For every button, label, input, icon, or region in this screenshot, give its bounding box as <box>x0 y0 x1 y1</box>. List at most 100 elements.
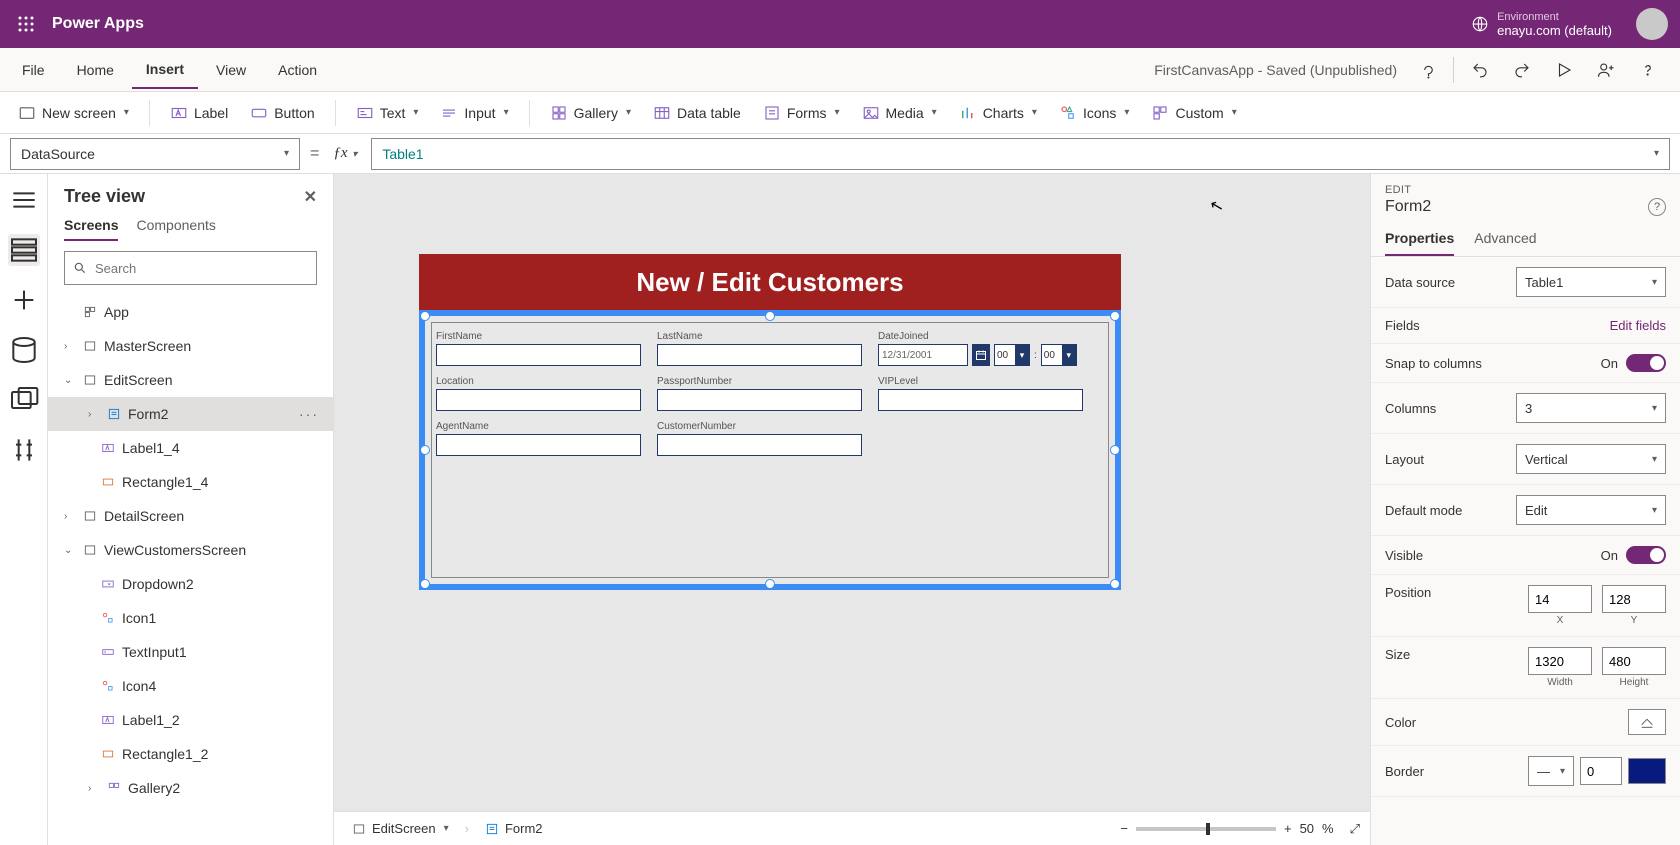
prop-position-label: Position <box>1385 585 1431 600</box>
field-label: CustomerNumber <box>657 421 862 432</box>
prop-size-width[interactable] <box>1528 647 1592 675</box>
tree-node-app[interactable]: App <box>48 295 333 329</box>
field-agent[interactable] <box>436 434 641 456</box>
tree-node-detailscreen[interactable]: ›DetailScreen <box>48 499 333 533</box>
prop-size-height[interactable] <box>1602 647 1666 675</box>
tree-node-viewcustomersscreen[interactable]: ⌄ViewCustomersScreen <box>48 533 333 567</box>
menu-view[interactable]: View <box>202 52 260 88</box>
breadcrumb-form2[interactable]: Form2 <box>477 819 551 838</box>
ribbon-custom[interactable]: Custom▾ <box>1143 98 1244 128</box>
rail-tree-view-icon[interactable] <box>8 234 40 266</box>
ribbon-gallery[interactable]: Gallery▾ <box>542 98 639 128</box>
field-custnum[interactable] <box>657 434 862 456</box>
tree-node-icon4[interactable]: Icon4 <box>48 669 333 703</box>
prop-tab-properties[interactable]: Properties <box>1385 230 1454 256</box>
breadcrumb-screen[interactable]: EditScreen▾ <box>344 819 457 838</box>
props-help-icon[interactable]: ? <box>1648 198 1666 216</box>
design-canvas[interactable]: New / Edit Customers FirstName LastName … <box>334 174 1370 845</box>
app-checker-icon[interactable] <box>1411 54 1443 86</box>
share-icon[interactable] <box>1590 54 1622 86</box>
prop-position-x[interactable] <box>1528 585 1592 613</box>
zoom-out-icon[interactable]: − <box>1120 821 1128 836</box>
tree-node-dropdown2[interactable]: Dropdown2 <box>48 567 333 601</box>
ribbon-media[interactable]: Media▾ <box>854 98 945 128</box>
prop-color-picker[interactable] <box>1628 709 1666 735</box>
rail-add-icon[interactable] <box>8 284 40 316</box>
prop-border-style[interactable]: —▾ <box>1528 756 1574 786</box>
tree-node-more-icon[interactable]: ··· <box>299 406 319 422</box>
tree-search[interactable] <box>64 251 317 285</box>
fx-label[interactable]: ƒx ▾ <box>329 145 361 162</box>
ribbon-icons[interactable]: Icons▾ <box>1051 98 1138 128</box>
play-icon[interactable] <box>1548 54 1580 86</box>
field-label: FirstName <box>436 331 641 342</box>
minute-dropdown[interactable]: 00▾ <box>1041 344 1077 366</box>
help-icon[interactable] <box>1632 54 1664 86</box>
tree-node-editscreen[interactable]: ⌄EditScreen <box>48 363 333 397</box>
tree-node-form2[interactable]: ›Form2··· <box>48 397 333 431</box>
prop-visible-toggle[interactable] <box>1626 546 1666 564</box>
rail-data-icon[interactable] <box>8 334 40 366</box>
prop-columns-dropdown[interactable]: 3▾ <box>1516 393 1666 423</box>
undo-icon[interactable] <box>1464 54 1496 86</box>
ribbon-button[interactable]: Button <box>242 98 322 128</box>
tree-search-input[interactable] <box>95 261 308 276</box>
prop-defaultmode-dropdown[interactable]: Edit▾ <box>1516 495 1666 525</box>
fit-screen-icon[interactable]: ⤢ <box>1350 821 1360 837</box>
prop-border-width[interactable] <box>1580 757 1622 785</box>
calendar-icon[interactable] <box>972 344 990 366</box>
ribbon-forms[interactable]: Forms▾ <box>755 98 848 128</box>
redo-icon[interactable] <box>1506 54 1538 86</box>
prop-border-color[interactable] <box>1628 758 1666 784</box>
prop-y-sublabel: Y <box>1602 615 1666 626</box>
form2-selection[interactable]: FirstName LastName DateJoined 00▾ : 00▾ <box>419 310 1121 590</box>
tree-node-icon1[interactable]: Icon1 <box>48 601 333 635</box>
app-topbar: Power Apps Environment enayu.com (defaul… <box>0 0 1680 48</box>
tree-close-icon[interactable]: ✕ <box>304 187 317 207</box>
zoom-in-icon[interactable]: + <box>1284 821 1292 836</box>
field-location[interactable] <box>436 389 641 411</box>
menu-home[interactable]: Home <box>63 52 128 88</box>
tree-node-label1-2[interactable]: Label1_2 <box>48 703 333 737</box>
environment-picker[interactable]: Environment enayu.com (default) <box>1471 11 1612 38</box>
ribbon-new-screen[interactable]: New screen▾ <box>10 98 137 128</box>
field-datejoined[interactable] <box>878 344 968 366</box>
ribbon-input[interactable]: Input▾ <box>432 98 516 128</box>
field-passport[interactable] <box>657 389 862 411</box>
tree-node-label1-4[interactable]: Label1_4 <box>48 431 333 465</box>
field-lastname[interactable] <box>657 344 862 366</box>
prop-tab-advanced[interactable]: Advanced <box>1474 230 1536 256</box>
field-label: AgentName <box>436 421 641 432</box>
tree-node-rectangle1-2[interactable]: Rectangle1_2 <box>48 737 333 771</box>
ribbon-charts[interactable]: Charts▾ <box>951 98 1045 128</box>
app-title: Power Apps <box>52 15 144 33</box>
tree-tab-components[interactable]: Components <box>136 217 215 241</box>
field-firstname[interactable] <box>436 344 641 366</box>
field-vip[interactable] <box>878 389 1083 411</box>
prop-layout-dropdown[interactable]: Vertical▾ <box>1516 444 1666 474</box>
property-dropdown[interactable]: DataSource▾ <box>10 138 300 170</box>
prop-edit-fields-link[interactable]: Edit fields <box>1610 318 1666 333</box>
prop-position-y[interactable] <box>1602 585 1666 613</box>
tree-node-rectangle1-4[interactable]: Rectangle1_4 <box>48 465 333 499</box>
zoom-slider[interactable] <box>1136 827 1276 831</box>
prop-datasource-dropdown[interactable]: Table1▾ <box>1516 267 1666 297</box>
waffle-icon[interactable] <box>12 10 40 38</box>
rail-hamburger-icon[interactable] <box>8 184 40 216</box>
tree-tab-screens[interactable]: Screens <box>64 217 118 241</box>
ribbon-data-table[interactable]: Data table <box>645 98 749 128</box>
ribbon-label[interactable]: Label <box>162 98 236 128</box>
menu-insert[interactable]: Insert <box>132 51 198 89</box>
menu-file[interactable]: File <box>8 52 59 88</box>
user-avatar[interactable] <box>1636 8 1668 40</box>
tree-node-gallery2[interactable]: ›Gallery2 <box>48 771 333 805</box>
tree-node-masterscreen[interactable]: ›MasterScreen <box>48 329 333 363</box>
menu-action[interactable]: Action <box>264 52 331 88</box>
prop-snap-toggle[interactable] <box>1626 354 1666 372</box>
hour-dropdown[interactable]: 00▾ <box>994 344 1030 366</box>
tree-node-textinput1[interactable]: TextInput1 <box>48 635 333 669</box>
ribbon-text[interactable]: Text▾ <box>348 98 427 128</box>
rail-media-icon[interactable] <box>8 384 40 416</box>
rail-tools-icon[interactable] <box>8 434 40 466</box>
formula-input[interactable]: Table1▾ <box>371 138 1670 170</box>
